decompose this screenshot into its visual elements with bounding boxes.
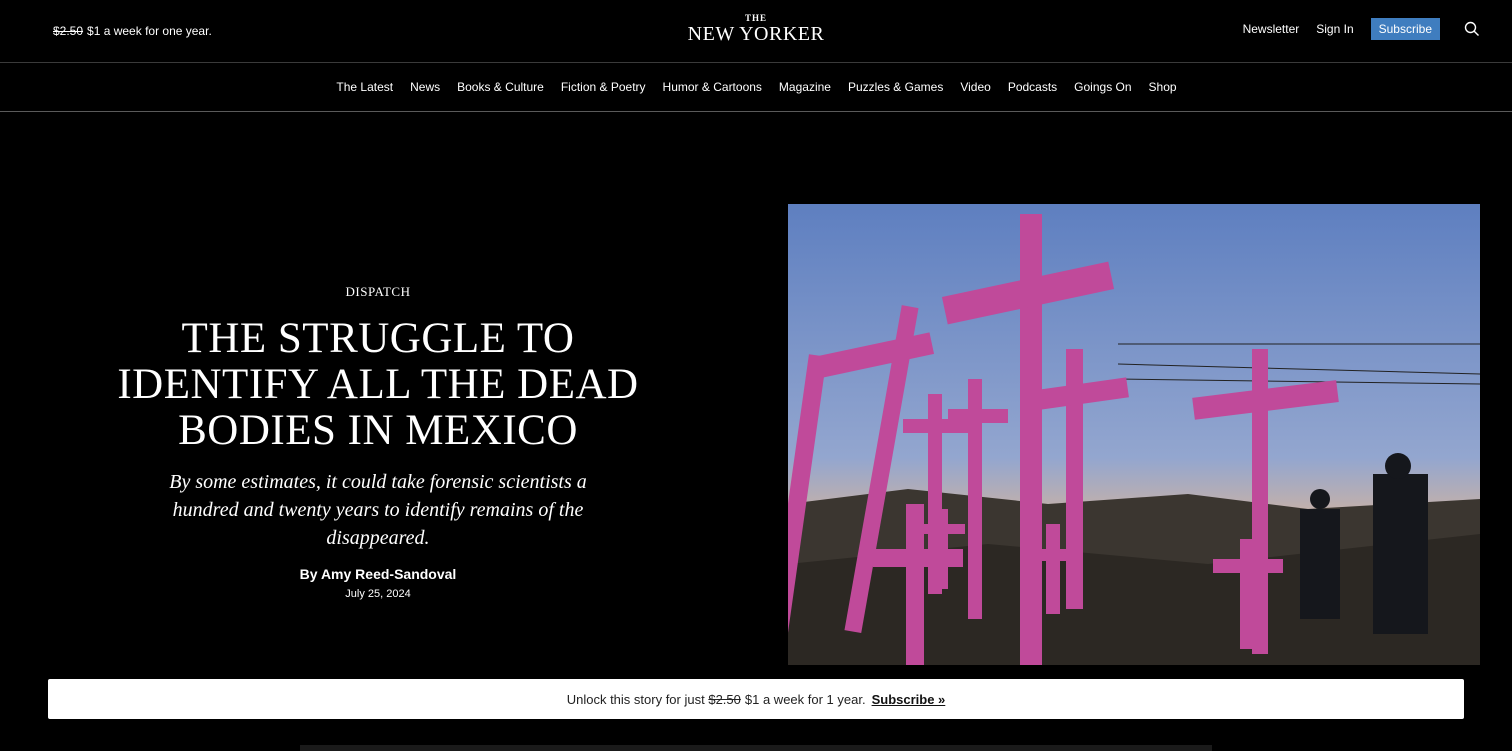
nav-item-the-latest[interactable]: The Latest <box>335 80 393 94</box>
article-headline: THE STRUGGLE TO IDENTIFY ALL THE DEAD BO… <box>117 315 639 454</box>
hero-photo <box>788 204 1480 665</box>
sign-in-link[interactable]: Sign In <box>1316 22 1353 36</box>
search-icon[interactable] <box>1464 21 1480 37</box>
banner-old-price: $2.50 <box>708 691 741 707</box>
paywall-banner: Unlock this story for just $2.50 $1 a wee… <box>48 679 1464 719</box>
banner-prefix: Unlock this story for just <box>566 691 705 707</box>
nav-item-video[interactable]: Video <box>959 80 990 94</box>
nav-item-humor-cartoons[interactable]: Humor & Cartoons <box>662 80 762 94</box>
top-bar: $2.50 $1 a week for one year. THE NEW YOR… <box>0 0 1512 63</box>
newsletter-link[interactable]: Newsletter <box>1243 22 1300 36</box>
nav-item-news[interactable]: News <box>409 80 440 94</box>
article-dek: By some estimates, it could take forensi… <box>169 471 587 549</box>
nav-item-books-culture[interactable]: Books & Culture <box>456 80 544 94</box>
account-nav: Newsletter Sign In Subscribe <box>1243 18 1440 40</box>
content-strip <box>300 745 1212 751</box>
article-date: July 25, 2024 <box>345 588 411 600</box>
nav-item-magazine[interactable]: Magazine <box>778 80 831 94</box>
article-header: DISPATCH THE STRUGGLE TO IDENTIFY ALL TH… <box>100 284 656 600</box>
nav-item-puzzles-games[interactable]: Puzzles & Games <box>847 80 943 94</box>
nav-item-podcasts[interactable]: Podcasts <box>1007 80 1057 94</box>
article-rubric[interactable]: DISPATCH <box>100 284 656 300</box>
nav-item-goings-on[interactable]: Goings On <box>1073 80 1131 94</box>
hero-photo-illustration <box>788 204 1480 665</box>
section-nav: The Latest News Books & Culture Fiction … <box>0 63 1512 112</box>
banner-text: $1 a week for 1 year. <box>744 691 866 707</box>
nav-item-shop[interactable]: Shop <box>1148 80 1177 94</box>
article-byline[interactable]: By Amy Reed-Sandoval <box>100 566 656 582</box>
nav-item-fiction-poetry[interactable]: Fiction & Poetry <box>560 80 646 94</box>
banner-subscribe-link[interactable]: Subscribe » <box>872 692 946 707</box>
subscribe-button[interactable]: Subscribe <box>1370 18 1440 40</box>
